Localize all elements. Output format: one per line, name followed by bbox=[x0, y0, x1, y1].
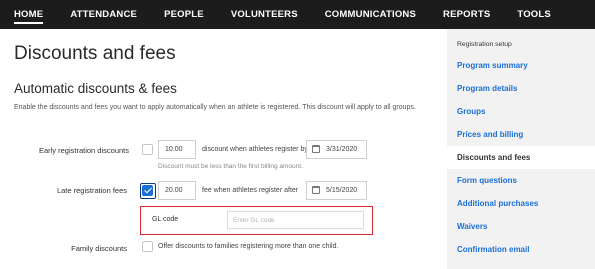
sidebar-item-form-questions[interactable]: Form questions bbox=[447, 169, 595, 192]
late-fee-checkbox[interactable] bbox=[142, 185, 153, 196]
sidebar-item-groups[interactable]: Groups bbox=[447, 100, 595, 123]
nav-attendance[interactable]: ATTENDANCE bbox=[70, 0, 137, 29]
early-discount-label: Early registration discounts bbox=[38, 146, 129, 155]
early-discount-date: 3/31/2020 bbox=[326, 146, 358, 153]
early-discount-hint: Discount must be less than the first bil… bbox=[158, 163, 303, 170]
section-title: Automatic discounts & fees bbox=[14, 81, 177, 96]
late-fee-label: Late registration fees bbox=[56, 186, 127, 195]
nav-reports[interactable]: REPORTS bbox=[443, 0, 490, 29]
family-discount-label: Family discounts bbox=[71, 244, 127, 253]
early-discount-amount-input[interactable]: 10.00 bbox=[158, 140, 196, 159]
sidebar-item-waivers[interactable]: Waivers bbox=[447, 215, 595, 238]
calendar-icon bbox=[312, 145, 320, 153]
top-navbar: HOME ATTENDANCE PEOPLE VOLUNTEERS COMMUN… bbox=[0, 0, 595, 29]
early-discount-date-input[interactable]: 3/31/2020 bbox=[306, 140, 367, 159]
nav-people[interactable]: PEOPLE bbox=[164, 0, 204, 29]
nav-tools[interactable]: TOOLS bbox=[517, 0, 551, 29]
sidebar-item-additional-purchases[interactable]: Additional purchases bbox=[447, 192, 595, 215]
registration-setup-sidebar: Registration setup Program summary Progr… bbox=[447, 29, 595, 269]
page-title: Discounts and fees bbox=[14, 43, 176, 64]
calendar-icon bbox=[312, 186, 320, 194]
early-discount-checkbox[interactable] bbox=[142, 144, 153, 155]
nav-communications[interactable]: COMMUNICATIONS bbox=[325, 0, 416, 29]
early-discount-text: discount when athletes register by bbox=[202, 146, 308, 153]
gl-code-input[interactable] bbox=[227, 211, 364, 229]
family-discount-checkbox[interactable] bbox=[142, 241, 153, 252]
late-fee-amount-input[interactable]: 20.00 bbox=[158, 181, 196, 200]
nav-volunteers[interactable]: VOLUNTEERS bbox=[231, 0, 298, 29]
nav-home[interactable]: HOME bbox=[14, 0, 44, 29]
sidebar-item-confirmation-email[interactable]: Confirmation email bbox=[447, 238, 595, 261]
family-discount-text: Offer discounts to families registering … bbox=[158, 243, 339, 250]
main-content: Discounts and fees Automatic discounts &… bbox=[0, 29, 447, 269]
sidebar-item-prices-billing[interactable]: Prices and billing bbox=[447, 123, 595, 146]
checkmark-icon bbox=[144, 185, 152, 194]
gl-code-label: GL code bbox=[152, 216, 179, 223]
sidebar-item-program-details[interactable]: Program details bbox=[447, 77, 595, 100]
late-fee-date: 5/15/2020 bbox=[326, 187, 358, 194]
gl-code-highlight-box: GL code bbox=[140, 206, 373, 235]
sidebar-item-program-summary[interactable]: Program summary bbox=[447, 54, 595, 77]
late-fee-text: fee when athletes register after bbox=[202, 187, 299, 194]
section-description: Enable the discounts and fees you want t… bbox=[14, 104, 416, 111]
late-fee-date-input[interactable]: 5/15/2020 bbox=[306, 181, 367, 200]
sidebar-header: Registration setup bbox=[457, 41, 512, 48]
sidebar-item-discounts-fees[interactable]: Discounts and fees bbox=[447, 146, 595, 169]
